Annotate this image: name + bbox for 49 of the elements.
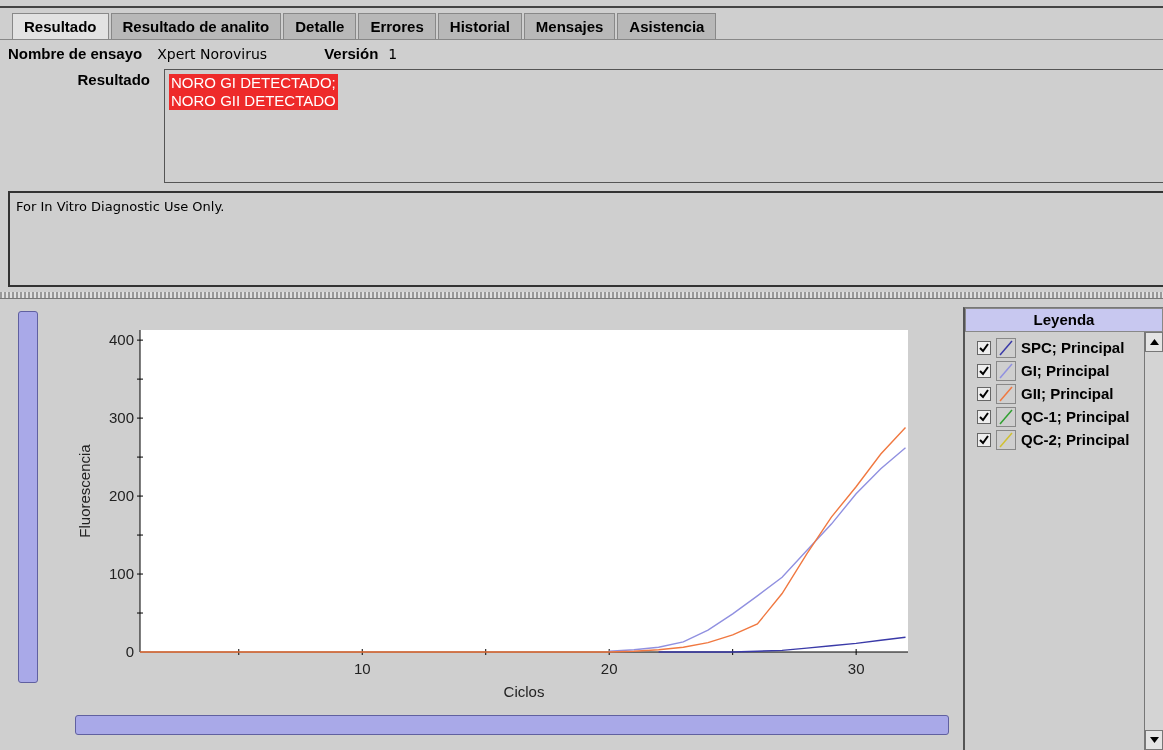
line-swatch bbox=[996, 337, 1016, 358]
legend-label: GII; Principal bbox=[1021, 385, 1114, 402]
tick-label: 300 bbox=[108, 409, 134, 427]
axis-title: Ciclos bbox=[503, 683, 545, 700]
result-text: NORO GI DETECTADO; bbox=[169, 74, 338, 92]
tick-label: 400 bbox=[108, 331, 134, 349]
up-arrow-icon bbox=[1149, 339, 1159, 345]
scrollbar[interactable] bbox=[1144, 332, 1163, 750]
tick-label: 30 bbox=[847, 660, 865, 677]
tick-label: 0 bbox=[125, 643, 134, 660]
tab[interactable]: Historial bbox=[437, 13, 522, 39]
tab[interactable]: Mensajes bbox=[523, 13, 616, 39]
tick-label: 100 bbox=[108, 565, 134, 583]
line-swatch bbox=[996, 429, 1016, 450]
legend-title: Leyenda bbox=[965, 308, 1163, 332]
checkbox[interactable] bbox=[977, 432, 991, 447]
field-label: Versión bbox=[324, 45, 379, 62]
horizontal-scrollbar[interactable] bbox=[75, 715, 949, 735]
tab[interactable]: Resultado de analito bbox=[110, 13, 282, 39]
vertical-scrollbar[interactable] bbox=[18, 311, 38, 683]
field-value: 1 bbox=[388, 46, 398, 62]
field-label: Resultado bbox=[76, 70, 151, 90]
scroll-up-button[interactable] bbox=[1145, 332, 1163, 352]
checkbox[interactable] bbox=[977, 340, 991, 355]
line-swatch bbox=[996, 360, 1016, 381]
field-value: Xpert Norovirus bbox=[157, 46, 268, 62]
legend-label: SPC; Principal bbox=[1021, 339, 1125, 356]
legend-label: QC-1; Principal bbox=[1021, 408, 1130, 425]
legend-label: GI; Principal bbox=[1021, 362, 1110, 379]
tick-label: 20 bbox=[600, 660, 618, 677]
tab[interactable]: Asistencia bbox=[617, 13, 717, 39]
line-swatch bbox=[996, 406, 1016, 427]
field-label: Nombre de ensayo bbox=[8, 45, 143, 62]
scroll-down-button[interactable] bbox=[1145, 730, 1163, 750]
splitter-handle[interactable] bbox=[0, 292, 1163, 299]
legend-label: QC-2; Principal bbox=[1021, 431, 1130, 448]
tab[interactable]: Detalle bbox=[283, 13, 357, 39]
checkbox[interactable] bbox=[977, 409, 991, 424]
line-swatch bbox=[996, 383, 1016, 404]
axis-title: Fluorescencia bbox=[76, 444, 93, 538]
result-text: NORO GII DETECTADO bbox=[169, 92, 338, 110]
checkbox[interactable] bbox=[977, 363, 991, 378]
tick-label: 10 bbox=[353, 660, 371, 677]
tab[interactable]: Resultado bbox=[12, 13, 109, 39]
checkbox[interactable] bbox=[977, 386, 991, 401]
tab[interactable]: Errores bbox=[358, 13, 436, 39]
tick-label: 200 bbox=[108, 487, 134, 505]
note-text: For In Vitro Diagnostic Use Only. bbox=[16, 199, 225, 214]
down-arrow-icon bbox=[1149, 737, 1159, 743]
